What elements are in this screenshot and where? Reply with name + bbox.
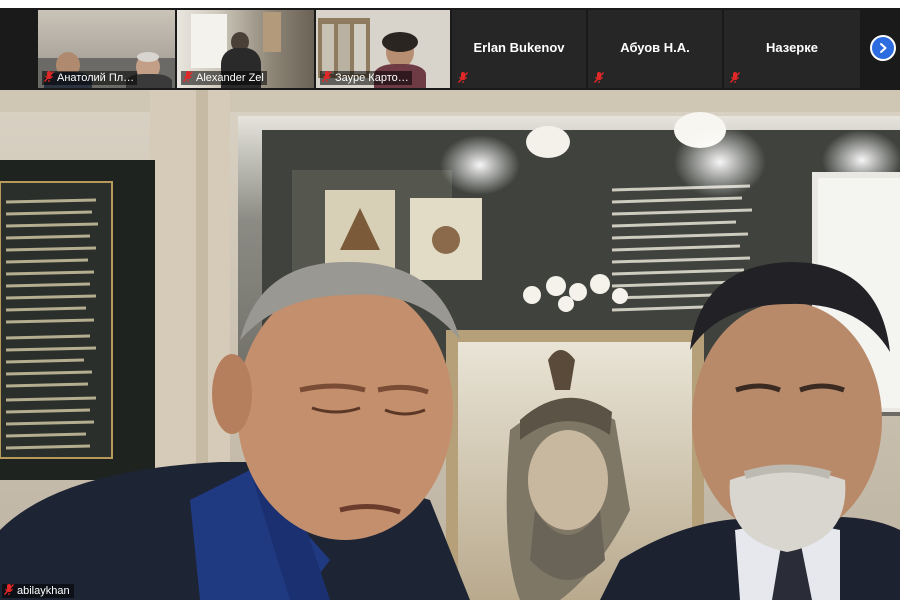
active-speaker-name: abilaykhan	[17, 585, 70, 597]
mic-muted-icon	[458, 72, 468, 83]
participant-tile[interactable]: Назерке	[724, 10, 860, 88]
mic-muted-icon	[4, 584, 14, 595]
active-speaker-feed	[0, 90, 900, 600]
active-speaker-video[interactable]: abilaykhan	[0, 90, 900, 600]
participant-name: Абуов Н.А.	[620, 40, 690, 55]
participant-name: Erlan Bukenov	[473, 40, 565, 55]
mic-muted-icon	[594, 72, 604, 83]
participant-name: Alexander Zel	[181, 71, 267, 85]
participant-name: Зауре Карто…	[320, 71, 412, 85]
participant-tile[interactable]: Alexander Zel	[177, 10, 314, 88]
meeting-window: Анатолий Пл… Alexander Zel Зауре Карто… …	[0, 0, 900, 600]
participant-name-text: Зауре Карто…	[335, 72, 409, 84]
participant-tile[interactable]: Анатолий Пл…	[38, 10, 175, 88]
participant-tile[interactable]: Erlan Bukenov	[452, 10, 586, 88]
participant-name: Анатолий Пл…	[42, 71, 138, 85]
participant-name-text: Alexander Zel	[196, 72, 264, 84]
next-page-button[interactable]	[870, 35, 896, 61]
mic-muted-icon	[183, 71, 193, 82]
mic-muted-icon	[730, 72, 740, 83]
participant-name-text: Анатолий Пл…	[57, 72, 135, 84]
participant-strip: Анатолий Пл… Alexander Zel Зауре Карто… …	[0, 8, 900, 90]
chevron-right-icon	[880, 43, 887, 53]
mic-muted-icon	[44, 71, 54, 82]
participant-name: Назерке	[766, 40, 818, 55]
participant-tile[interactable]: Зауре Карто…	[316, 10, 450, 88]
participant-tile[interactable]: Абуов Н.А.	[588, 10, 722, 88]
mic-muted-icon	[322, 71, 332, 82]
active-speaker-label: abilaykhan	[2, 584, 74, 598]
